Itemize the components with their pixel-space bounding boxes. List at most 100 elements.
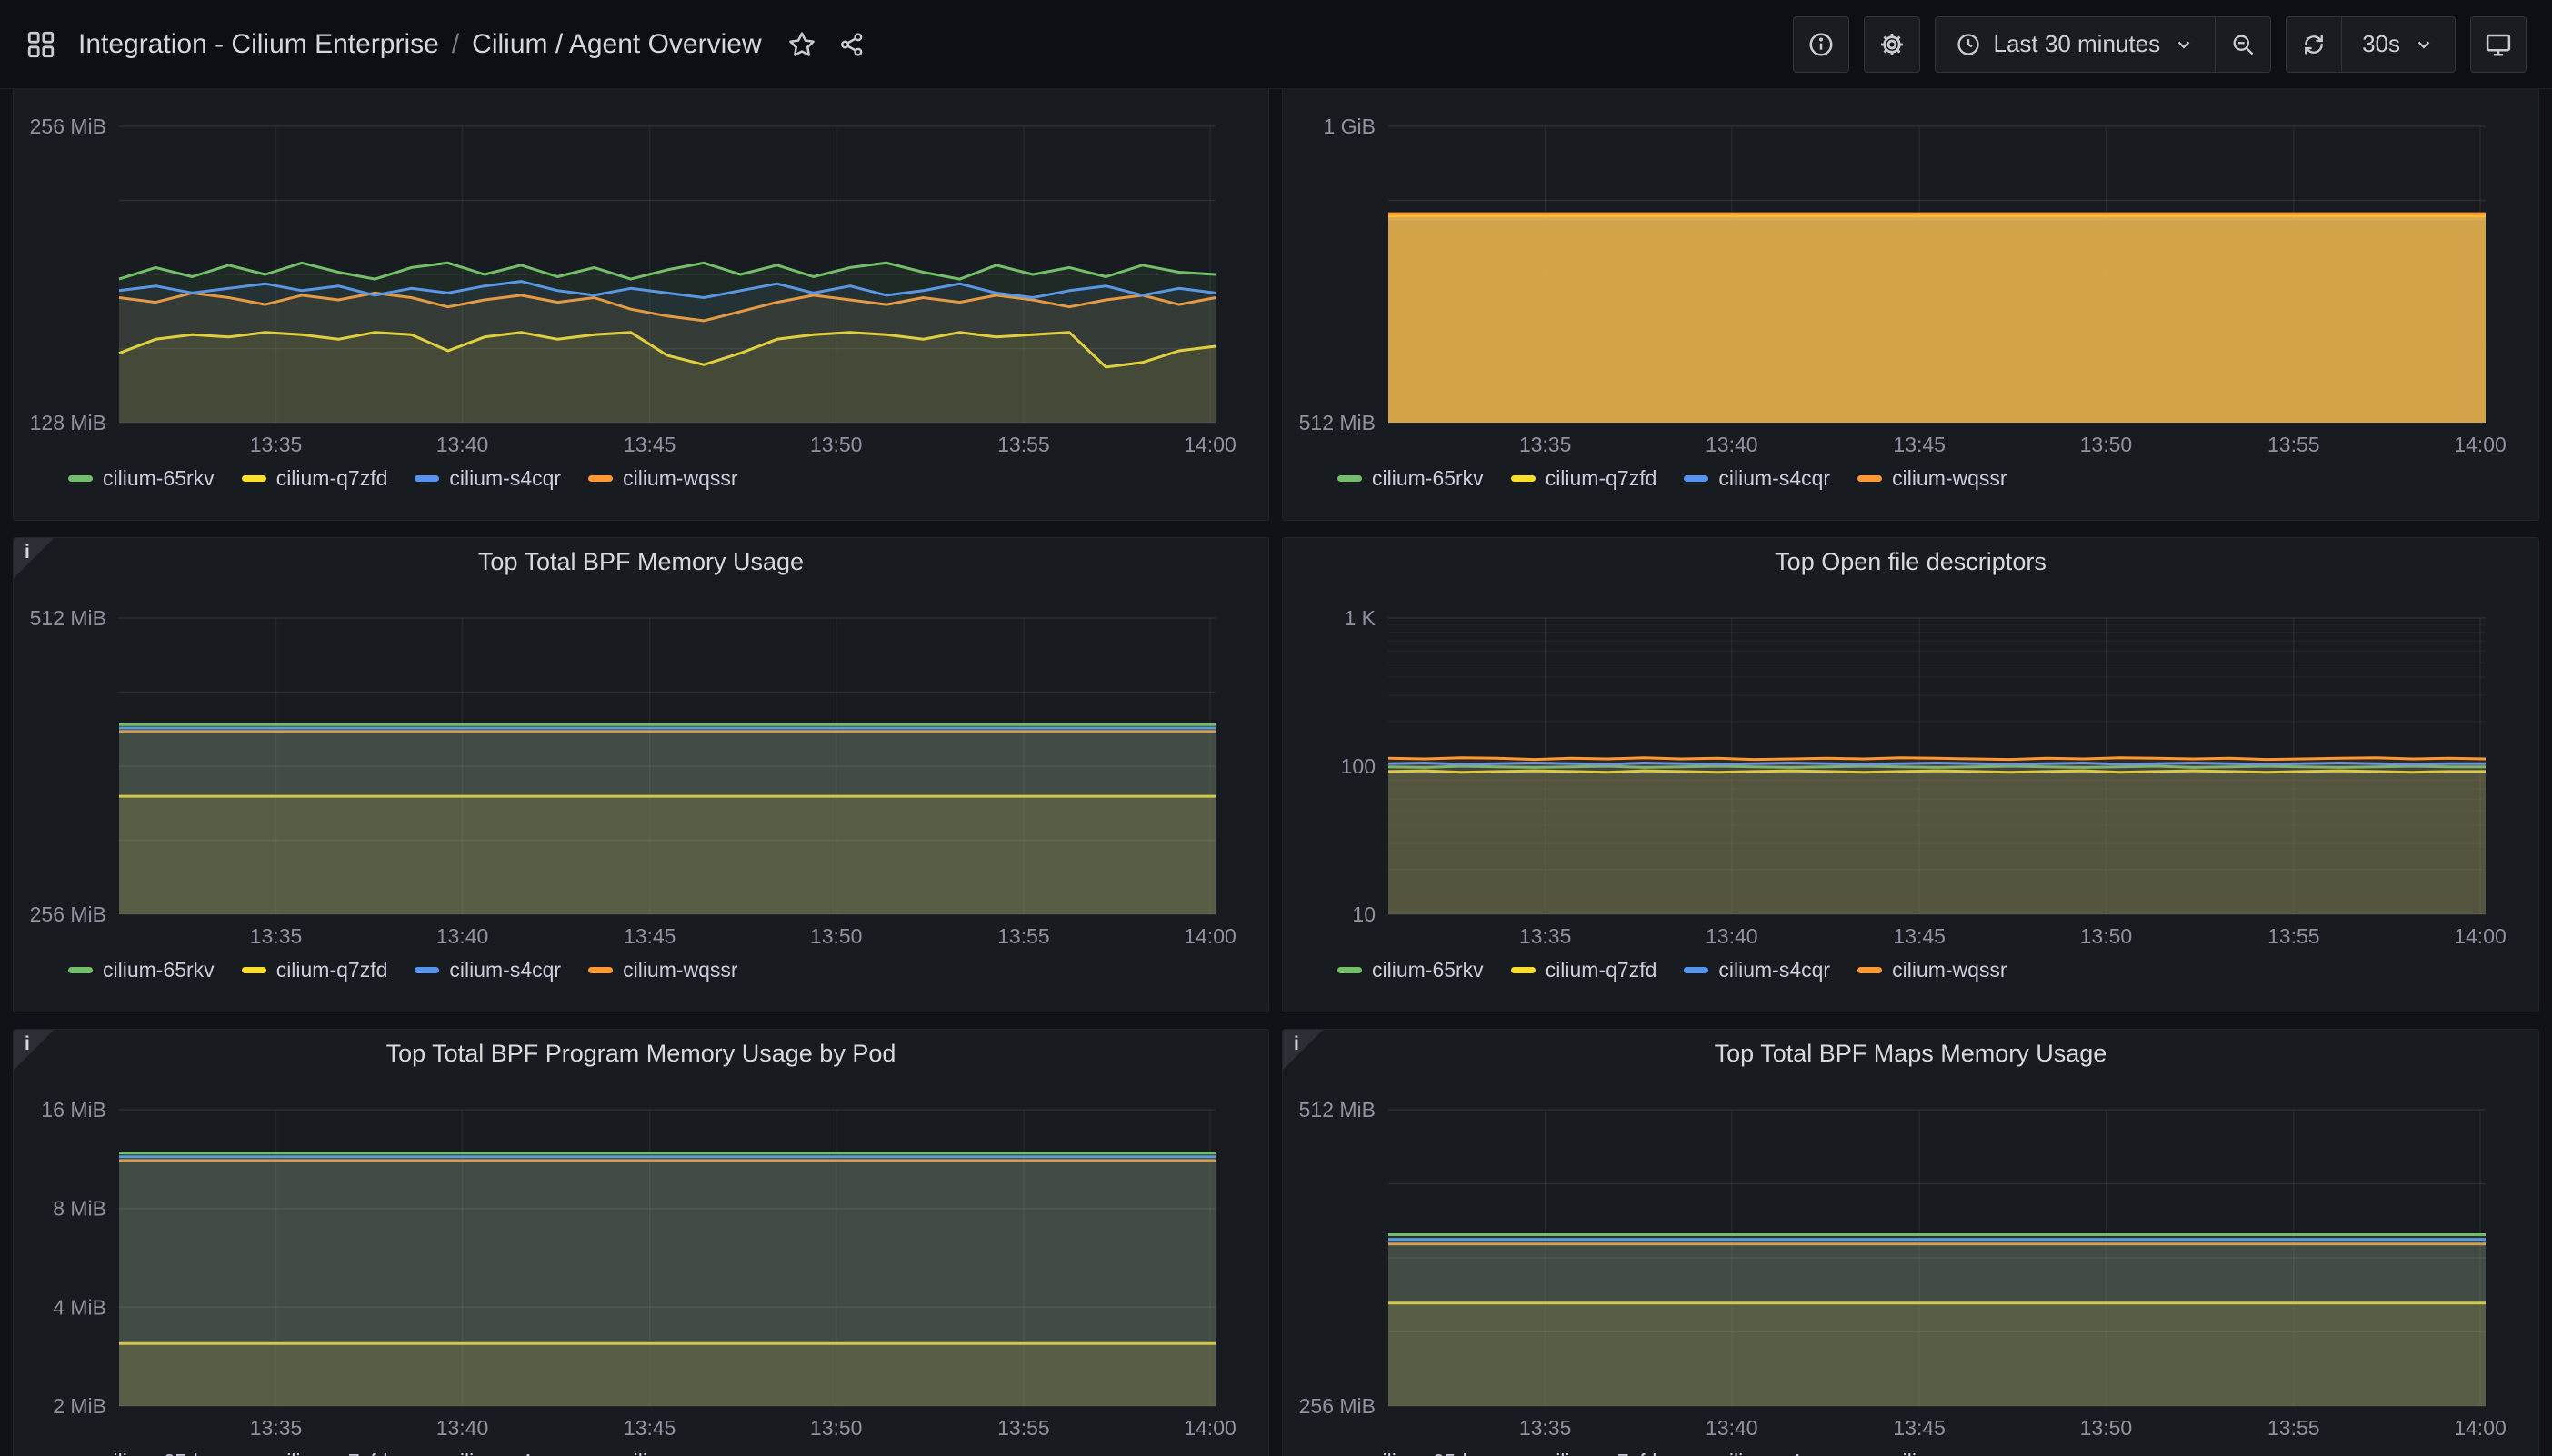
- panel-title[interactable]: Top Total BPF Program Memory Usage by Po…: [386, 1030, 896, 1077]
- legend-item[interactable]: cilium-65rkv: [68, 466, 215, 491]
- panel-info-corner[interactable]: i: [14, 1030, 54, 1070]
- svg-text:13:40: 13:40: [1706, 924, 1758, 948]
- legend-item[interactable]: cilium-wqssr: [1857, 1450, 2007, 1456]
- svg-text:13:35: 13:35: [250, 924, 303, 948]
- svg-text:13:45: 13:45: [1893, 1416, 1946, 1440]
- breadcrumb-folder[interactable]: Integration - Cilium Enterprise: [78, 29, 439, 60]
- svg-text:512 MiB: 512 MiB: [30, 606, 106, 630]
- svg-text:13:40: 13:40: [436, 924, 489, 948]
- time-series-chart[interactable]: 13:3513:4013:4513:5013:5514:001 K10010: [1294, 583, 2527, 951]
- favorite-star-icon[interactable]: [787, 30, 816, 59]
- svg-text:13:55: 13:55: [997, 433, 1050, 456]
- time-range-button[interactable]: Last 30 minutes: [1935, 16, 2217, 73]
- panel-row1-right: i 13:3513:4013:4513:5013:5514:001 GiB512…: [1282, 45, 2539, 521]
- legend-item[interactable]: cilium-q7zfd: [242, 1450, 388, 1456]
- time-series-chart[interactable]: 13:3513:4013:4513:5013:5514:00512 MiB256…: [25, 583, 1257, 951]
- svg-text:256 MiB: 256 MiB: [1299, 1394, 1376, 1418]
- refresh-interval-dropdown[interactable]: 30s: [2341, 16, 2456, 73]
- legend-item[interactable]: cilium-q7zfd: [1511, 466, 1657, 491]
- svg-text:13:55: 13:55: [997, 924, 1050, 948]
- legend-item[interactable]: cilium-wqssr: [588, 466, 738, 491]
- panel-header[interactable]: Top Open file descriptors: [1283, 538, 2538, 585]
- dashboard-info-button[interactable]: [1793, 16, 1849, 73]
- share-icon[interactable]: [838, 31, 866, 58]
- legend-item[interactable]: cilium-s4cqr: [415, 1450, 561, 1456]
- legend-item[interactable]: cilium-wqssr: [588, 958, 738, 982]
- svg-text:8 MiB: 8 MiB: [53, 1197, 106, 1221]
- refresh-button[interactable]: [2286, 16, 2342, 73]
- panel-info-corner[interactable]: i: [1283, 1030, 1323, 1070]
- legend-item[interactable]: cilium-wqssr: [1857, 958, 2007, 982]
- svg-text:13:35: 13:35: [250, 1416, 303, 1440]
- legend-item[interactable]: cilium-q7zfd: [1511, 1450, 1657, 1456]
- svg-text:10: 10: [1352, 903, 1376, 926]
- legend-series-marker: [1857, 475, 1882, 482]
- legend-series-marker: [242, 967, 266, 973]
- monitor-icon: [2485, 31, 2512, 58]
- legend-item[interactable]: cilium-65rkv: [1337, 958, 1484, 982]
- legend-item[interactable]: cilium-s4cqr: [415, 958, 561, 982]
- legend-series-marker: [242, 475, 266, 482]
- dashboard-settings-button[interactable]: [1864, 16, 1920, 73]
- legend-item[interactable]: cilium-65rkv: [68, 1450, 215, 1456]
- svg-text:1 GiB: 1 GiB: [1323, 115, 1376, 138]
- kiosk-mode-button[interactable]: [2470, 16, 2527, 73]
- legend-series-label: cilium-q7zfd: [276, 466, 388, 491]
- legend-item[interactable]: cilium-65rkv: [1337, 466, 1484, 491]
- svg-text:13:40: 13:40: [436, 433, 489, 456]
- legend-item[interactable]: cilium-s4cqr: [1684, 1450, 1830, 1456]
- legend-item[interactable]: cilium-s4cqr: [1684, 466, 1830, 491]
- legend-series-marker: [1337, 475, 1362, 482]
- legend-series-label: cilium-q7zfd: [1546, 466, 1657, 491]
- svg-text:13:40: 13:40: [1706, 1416, 1758, 1440]
- legend-series-label: cilium-65rkv: [1372, 1450, 1484, 1456]
- panel-title[interactable]: Top Total BPF Maps Memory Usage: [1715, 1030, 2107, 1077]
- legend-item[interactable]: cilium-s4cqr: [415, 466, 561, 491]
- svg-text:13:35: 13:35: [1519, 924, 1572, 948]
- svg-text:14:00: 14:00: [1184, 924, 1236, 948]
- svg-text:1 K: 1 K: [1344, 606, 1376, 630]
- chevron-down-icon: [2413, 34, 2435, 55]
- svg-text:13:45: 13:45: [624, 924, 676, 948]
- panel-title[interactable]: Top Total BPF Memory Usage: [478, 538, 804, 585]
- svg-text:14:00: 14:00: [1184, 1416, 1236, 1440]
- svg-text:4 MiB: 4 MiB: [53, 1295, 106, 1319]
- svg-text:13:50: 13:50: [810, 1416, 863, 1440]
- legend-item[interactable]: cilium-q7zfd: [242, 466, 388, 491]
- legend-series-label: cilium-s4cqr: [449, 958, 561, 982]
- svg-text:13:55: 13:55: [2267, 433, 2320, 456]
- chart-legend: cilium-65rkv cilium-q7zfd cilium-s4cqr cili…: [1294, 949, 2527, 991]
- legend-item[interactable]: cilium-wqssr: [1857, 466, 2007, 491]
- legend-series-label: cilium-wqssr: [623, 958, 738, 982]
- breadcrumb-dashboard[interactable]: Cilium / Agent Overview: [472, 29, 761, 60]
- legend-item[interactable]: cilium-q7zfd: [242, 958, 388, 982]
- panel-header[interactable]: Top Total BPF Memory Usage: [14, 538, 1268, 585]
- legend-series-marker: [1511, 967, 1536, 973]
- legend-item[interactable]: cilium-s4cqr: [1684, 958, 1830, 982]
- panel-header[interactable]: Top Total BPF Program Memory Usage by Po…: [14, 1030, 1268, 1077]
- top-navbar: Integration - Cilium Enterprise / Cilium…: [0, 0, 2552, 89]
- time-series-chart[interactable]: 13:3513:4013:4513:5013:5514:0016 MiB8 Mi…: [25, 1075, 1257, 1442]
- panel-info-corner[interactable]: i: [14, 538, 54, 578]
- svg-text:13:35: 13:35: [1519, 1416, 1572, 1440]
- legend-item[interactable]: cilium-q7zfd: [1511, 958, 1657, 982]
- apps-menu-icon[interactable]: [25, 29, 56, 60]
- legend-series-label: cilium-wqssr: [1892, 1450, 2007, 1456]
- legend-item[interactable]: cilium-65rkv: [1337, 1450, 1484, 1456]
- legend-series-marker: [588, 475, 613, 482]
- legend-item[interactable]: cilium-65rkv: [68, 958, 215, 982]
- legend-series-label: cilium-65rkv: [1372, 958, 1484, 982]
- legend-item[interactable]: cilium-wqssr: [588, 1450, 738, 1456]
- svg-text:13:50: 13:50: [2080, 1416, 2133, 1440]
- panel-title[interactable]: Top Open file descriptors: [1775, 538, 2047, 585]
- zoom-out-button[interactable]: [2215, 16, 2271, 73]
- time-series-chart[interactable]: 13:3513:4013:4513:5013:5514:00512 MiB256…: [1294, 1075, 2527, 1442]
- svg-text:13:40: 13:40: [1706, 433, 1758, 456]
- svg-text:13:55: 13:55: [997, 1416, 1050, 1440]
- time-series-chart[interactable]: 13:3513:4013:4513:5013:5514:001 GiB512 M…: [1294, 92, 2527, 459]
- svg-text:13:45: 13:45: [1893, 433, 1946, 456]
- panel-header[interactable]: Top Total BPF Maps Memory Usage: [1283, 1030, 2538, 1077]
- refresh-icon: [2301, 32, 2327, 57]
- time-series-chart[interactable]: 13:3513:4013:4513:5013:5514:00256 MiB128…: [25, 92, 1257, 459]
- svg-text:13:55: 13:55: [2267, 1416, 2320, 1440]
